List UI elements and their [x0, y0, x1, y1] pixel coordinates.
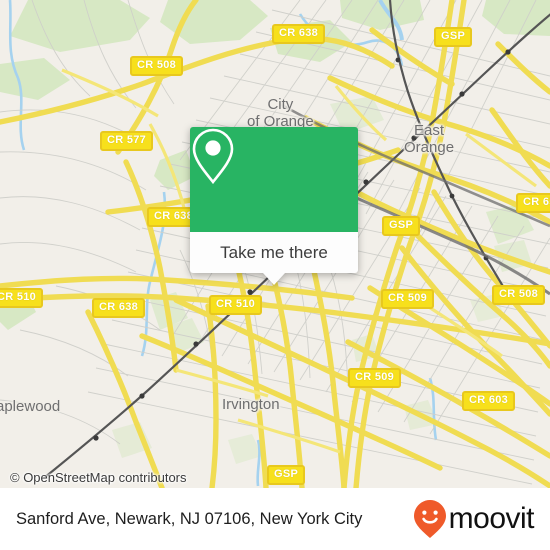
road-shield-cr-508-top: CR 508	[130, 56, 184, 76]
road-shield-gsp-bottom: GSP	[267, 465, 306, 485]
road-shield-cr-577: CR 577	[100, 131, 154, 151]
city-label-maplewood: aplewood	[0, 398, 61, 415]
moovit-logo[interactable]: moovit	[413, 499, 535, 539]
osm-attribution[interactable]: © OpenStreetMap contributors	[10, 470, 187, 485]
road-shield-cr-638-mid: CR 638	[92, 298, 146, 318]
map-screen: CR 638 GSP CR 508 CR 577 CR 638 CR 658 GSP CR 5…	[0, 0, 550, 550]
take-me-there-button[interactable]: Take me there	[190, 232, 358, 273]
road-shield-gsp-top: GSP	[434, 27, 473, 47]
road-shield-cr-638-top: CR 638	[272, 24, 326, 44]
city-label-irvington: Irvington	[222, 396, 280, 413]
city-label-city-of-orange: City of Orange	[247, 96, 314, 130]
road-shield-cr-510-mid: CR 510	[209, 295, 263, 315]
map-canvas[interactable]: CR 638 GSP CR 508 CR 577 CR 638 CR 658 GSP CR 5…	[0, 0, 550, 488]
road-shield-cr-509-mid: CR 509	[381, 289, 435, 309]
road-shield-gsp-mid: GSP	[382, 216, 421, 236]
popup-pointer	[263, 273, 285, 285]
map-pin-icon	[192, 128, 234, 185]
bottom-bar: Sanford Ave, Newark, NJ 07106, New York …	[0, 488, 550, 550]
road-shield-cr-603: CR 603	[462, 391, 516, 411]
road-shield-cr-658-right: CR 658	[516, 193, 550, 213]
location-popup[interactable]: Take me there	[190, 127, 358, 285]
moovit-wordmark: moovit	[448, 502, 535, 535]
take-me-there-label: Take me there	[220, 242, 328, 262]
road-shield-cr-509-low: CR 509	[348, 368, 402, 388]
road-shield-cr-508-right: CR 508	[492, 285, 546, 305]
city-label-east-orange: East Orange	[404, 122, 455, 156]
moovit-smiley-pin-icon	[413, 500, 446, 538]
address-label: Sanford Ave, Newark, NJ 07106, New York …	[16, 509, 363, 528]
popup-header	[190, 127, 358, 232]
road-shield-cr-510-left: CR 510	[0, 288, 44, 308]
